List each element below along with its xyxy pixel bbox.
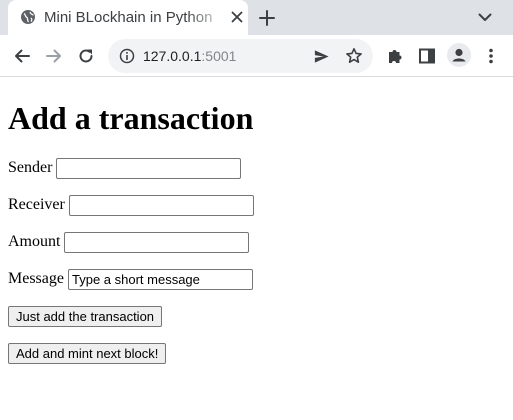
arrow-right-icon[interactable] [44,46,64,66]
amount-input[interactable] [64,231,250,253]
sender-input[interactable] [56,157,242,179]
url-host: 127.0.0.1 [143,48,202,64]
sender-row: Sender [8,157,242,179]
star-icon[interactable] [345,47,363,65]
chevron-down-icon[interactable] [477,9,493,25]
close-icon[interactable] [230,10,244,24]
side-panel-icon[interactable] [417,46,437,66]
receiver-input[interactable] [68,194,254,216]
url-port: :5001 [201,48,237,64]
amount-row: Amount [8,231,250,253]
profile-icon [452,48,466,62]
tab-strip: Mini BLockhain in Python [0,0,513,35]
kebab-menu-icon[interactable] [481,46,501,66]
message-label: Message [8,270,64,287]
message-input[interactable] [67,268,253,290]
reload-icon[interactable] [76,46,96,66]
message-row: Message [8,268,253,290]
amount-label: Amount [8,233,61,250]
add-and-mint-button[interactable]: Add and mint next block! [8,343,167,364]
plus-icon[interactable] [258,9,276,27]
sender-label: Sender [8,159,53,176]
page-content: Add a transaction Sender Receiver Amount… [0,78,513,420]
arrow-left-icon[interactable] [12,46,32,66]
puzzle-icon[interactable] [385,46,405,66]
tab-title: Mini BLockhain in Python [44,9,213,26]
receiver-label: Receiver [8,196,65,213]
browser-tab[interactable]: Mini BLockhain in Python [8,0,248,35]
receiver-row: Receiver [8,194,254,216]
info-icon[interactable] [119,48,135,64]
address-bar[interactable]: 127.0.0.1:5001 [108,39,373,73]
browser-toolbar: 127.0.0.1:5001 [0,35,513,77]
url-text[interactable]: 127.0.0.1:5001 [143,47,236,65]
send-icon[interactable] [313,48,330,65]
add-transaction-button[interactable]: Just add the transaction [8,306,163,327]
globe-icon [21,10,35,24]
page-title: Add a transaction [8,100,254,136]
profile-avatar[interactable] [447,43,471,67]
